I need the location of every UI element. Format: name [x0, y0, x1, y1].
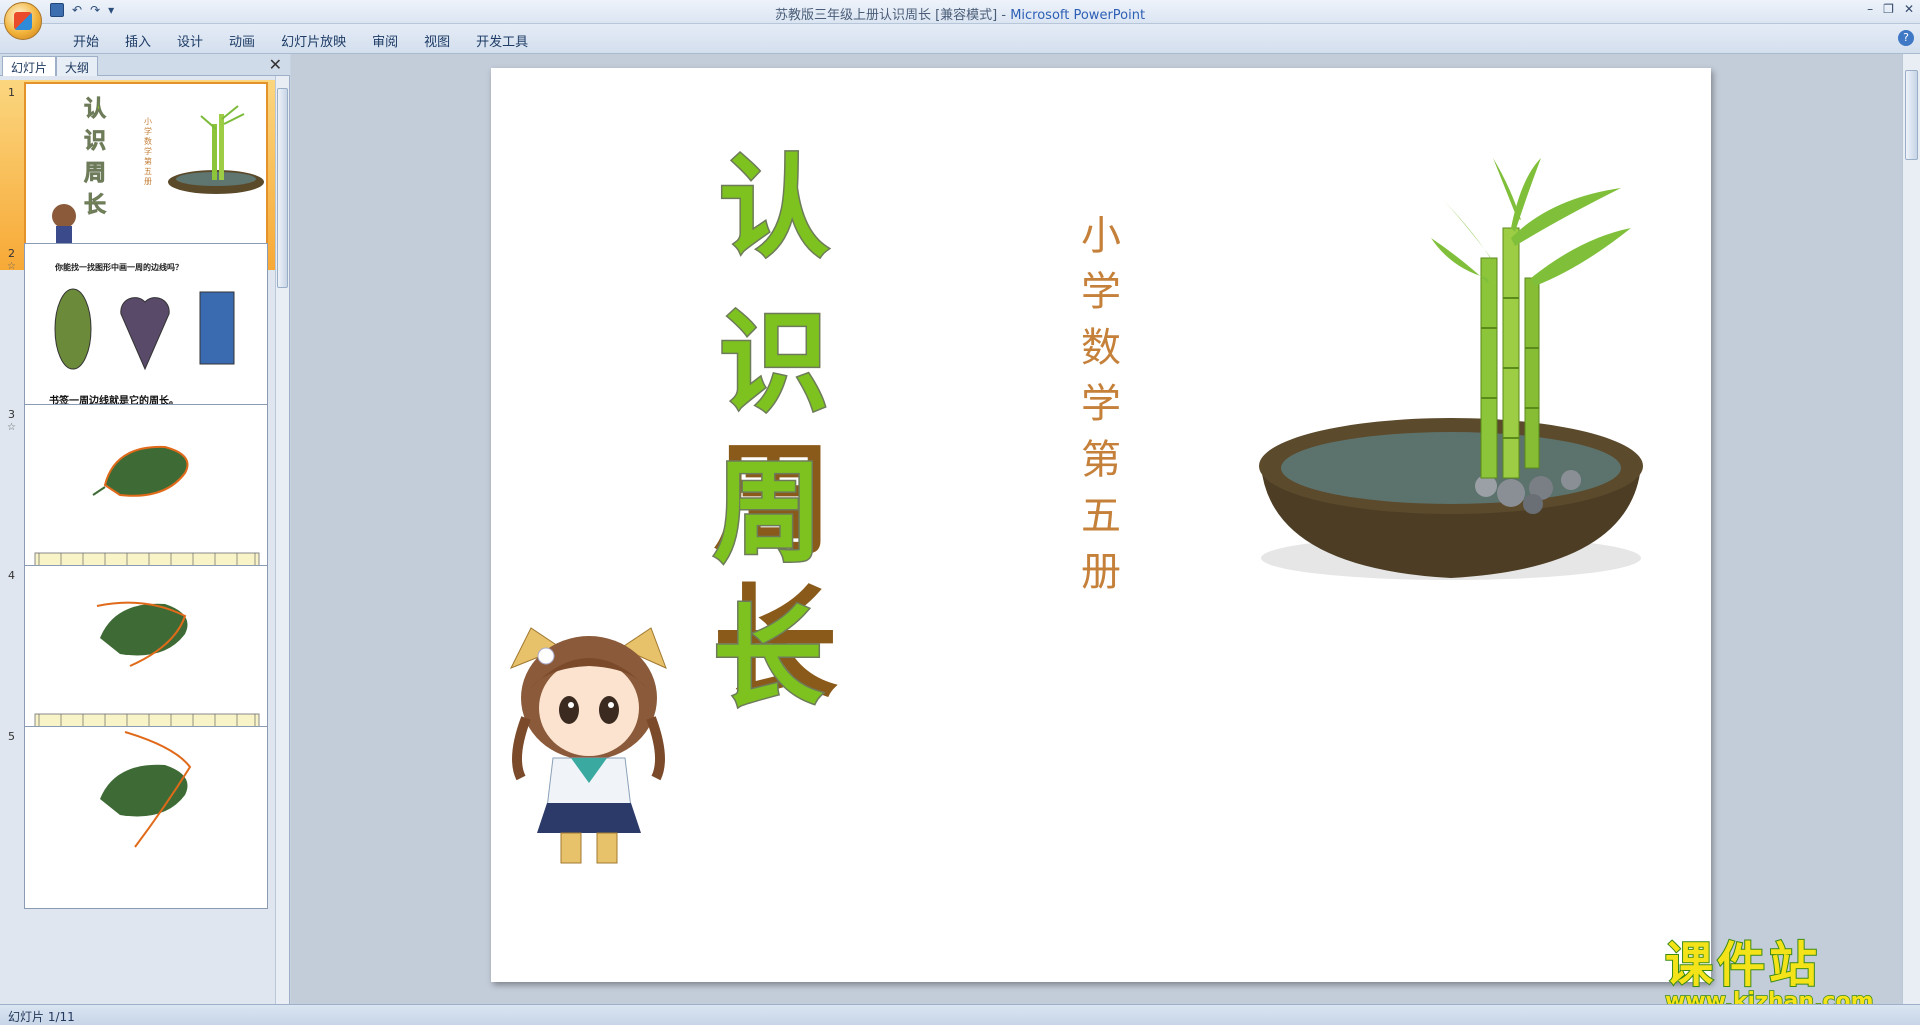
document-title: 苏教版三年级上册认识周长 [兼容模式]	[774, 8, 998, 23]
status-bar: 幻灯片 1/11	[0, 1004, 1920, 1025]
thumbnail-scrollbar[interactable]	[275, 76, 289, 1004]
slide-scrollbar[interactable]	[1902, 54, 1920, 1004]
thumbnail-list: 1 认 识 周 长 小学数学第五册 2 ☆ 你能找一找图形中画一周的边线吗？ 书…	[0, 80, 276, 1004]
thumbnail-preview	[24, 565, 268, 748]
thumbnail-preview: 你能找一找图形中画一周的边线吗？ 书签一周边线就是它的周长。	[24, 243, 268, 426]
animation-icon: ☆	[7, 261, 16, 272]
thumbnail-number: 3	[8, 408, 15, 421]
svg-text:册: 册	[144, 177, 152, 186]
scrollbar-thumb[interactable]	[277, 88, 288, 288]
vertical-subtitle: 小 学 数 学 第 五 册	[1071, 208, 1131, 600]
ribbon-tab-3[interactable]: 设计	[164, 29, 216, 52]
tab-slides[interactable]: 幻灯片	[2, 56, 57, 76]
thumbnail-number: 2	[8, 247, 15, 260]
svg-text:小: 小	[144, 117, 152, 126]
svg-text:学: 学	[144, 146, 152, 156]
ribbon-tab-7[interactable]: 视图	[411, 29, 463, 52]
bamboo-bowl-illustration	[1259, 158, 1643, 580]
svg-text:五: 五	[144, 167, 152, 176]
window-title: 苏教版三年级上册认识周长 [兼容模式] - Microsoft PowerPoi…	[0, 4, 1920, 23]
svg-text:学: 学	[144, 126, 152, 136]
ribbon-tab-6[interactable]: 审阅	[359, 29, 411, 52]
title-separator: -	[997, 8, 1011, 23]
ribbon-tabs: 开始 插入 设计 动画 幻灯片放映 审阅 视图 开发工具	[60, 29, 541, 52]
title-char-1: 认	[718, 143, 831, 274]
svg-text:周: 周	[84, 161, 106, 186]
slide-5-preview-art	[100, 731, 192, 848]
help-icon[interactable]: ?	[1898, 30, 1914, 46]
slide-counter: 幻灯片 1/11	[8, 1010, 75, 1024]
slide-editor: 认 识 周 周 长 长 小 学 数 学 第 五 册	[291, 54, 1902, 1004]
subtitle-char: 五	[1081, 493, 1121, 539]
svg-text:长: 长	[84, 193, 107, 218]
subtitle-char: 学	[1081, 381, 1121, 427]
subtitle-char: 数	[1081, 325, 1121, 371]
ribbon-tab-2[interactable]: 插入	[112, 29, 164, 52]
office-logo-icon	[14, 12, 32, 30]
thumbnail-slide-5[interactable]: 5	[0, 724, 276, 914]
animation-icon: ☆	[7, 422, 16, 433]
svg-text:识: 识	[84, 129, 106, 154]
thumbnail-preview	[24, 726, 268, 909]
ribbon-tab-8[interactable]: 开发工具	[463, 29, 541, 52]
window-controls: – ❐ ✕	[1867, 2, 1914, 16]
tab-outline[interactable]: 大纲	[56, 56, 99, 76]
thumbnail-number: 5	[8, 730, 15, 743]
site-watermark-logo: 课件站 www.kjzhan.com	[1664, 925, 1915, 1015]
close-icon[interactable]: ✕	[1904, 2, 1914, 16]
subtitle-char: 小	[1081, 213, 1121, 259]
minimize-icon[interactable]: –	[1867, 2, 1873, 16]
title-bar: ↶ ↷ ▾ 苏教版三年级上册认识周长 [兼容模式] - Microsoft Po…	[0, 0, 1920, 24]
ribbon-tab-5[interactable]: 幻灯片放映	[268, 29, 359, 52]
slides-pane: 幻灯片 大纲 ✕ 1 认 识 周 长 小学数学第五册 2 ☆ 你能找一找图形中画…	[0, 54, 290, 1004]
title-char-4: 长	[712, 593, 825, 724]
restore-icon[interactable]: ❐	[1883, 2, 1894, 16]
app-name: Microsoft PowerPoint	[1010, 8, 1146, 23]
ribbon: 开始 插入 设计 动画 幻灯片放映 审阅 视图 开发工具 ?	[0, 24, 1920, 54]
svg-text:数: 数	[144, 136, 152, 146]
scrollbar-thumb[interactable]	[1905, 70, 1918, 160]
svg-text:认: 认	[84, 97, 106, 122]
subtitle-char: 第	[1081, 437, 1121, 483]
current-slide[interactable]: 认 识 周 周 长 长 小 学 数 学 第 五 册	[491, 68, 1711, 982]
slide-1-preview-art: 认 识 周 长 小学数学第五册	[52, 97, 264, 252]
svg-text:第: 第	[144, 156, 152, 166]
pane-tabs: 幻灯片 大纲 ✕	[0, 54, 290, 76]
slide-4-preview-art	[34, 601, 260, 737]
thumbnail-number: 1	[8, 86, 15, 99]
subtitle-char: 册	[1081, 549, 1121, 595]
watermark-title: 课件站	[1664, 936, 1822, 994]
office-button[interactable]	[4, 2, 42, 40]
ribbon-tab-4[interactable]: 动画	[216, 29, 268, 52]
subtitle-char: 学	[1081, 269, 1121, 315]
thumbnail-preview	[24, 404, 268, 587]
ribbon-tab-1[interactable]: 开始	[60, 29, 112, 52]
slide-3-preview-art	[34, 445, 260, 576]
thumbnail-preview: 认 识 周 长 小学数学第五册	[24, 82, 268, 265]
thumbnail-number: 4	[8, 569, 15, 582]
pane-close-icon[interactable]: ✕	[269, 55, 282, 74]
cartoon-girl-illustration	[509, 627, 667, 864]
